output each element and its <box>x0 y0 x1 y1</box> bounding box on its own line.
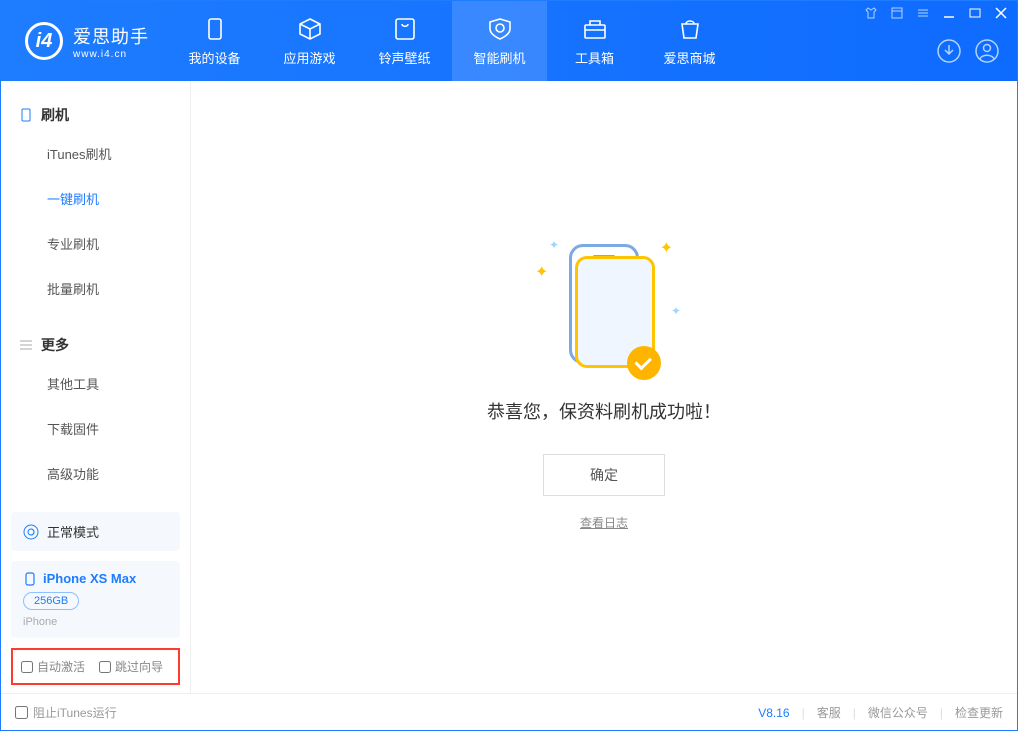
wallpaper-icon <box>392 16 418 42</box>
success-illustration: ✦✦✦✦ <box>559 244 649 374</box>
nav-shield[interactable]: 智能刷机 <box>452 1 547 81</box>
success-message: 恭喜您，保资料刷机成功啦！ <box>487 398 721 424</box>
footer: 阻止iTunes运行 V8.16 | 客服 | 微信公众号 | 检查更新 <box>1 693 1017 731</box>
shirt-icon[interactable] <box>865 7 877 19</box>
list-icon[interactable] <box>917 7 929 19</box>
sidebar-item[interactable]: 一键刷机 <box>1 176 190 221</box>
shield-icon <box>487 16 513 42</box>
nav-wallpaper[interactable]: 铃声壁纸 <box>357 1 452 81</box>
profile-area <box>937 39 999 63</box>
nav-bag[interactable]: 爱思商城 <box>642 1 737 81</box>
nav-cube[interactable]: 应用游戏 <box>262 1 357 81</box>
nav-toolbox[interactable]: 工具箱 <box>547 1 642 81</box>
download-icon[interactable] <box>937 39 961 63</box>
phone-icon <box>202 16 228 42</box>
maximize-icon[interactable] <box>969 7 981 19</box>
sidebar-item[interactable]: 高级功能 <box>1 451 190 496</box>
version-label: V8.16 <box>758 706 789 720</box>
device-type: iPhone <box>23 616 168 628</box>
sidebar-item[interactable]: 其他工具 <box>1 361 190 406</box>
close-icon[interactable] <box>995 7 1007 19</box>
top-nav: 我的设备应用游戏铃声壁纸智能刷机工具箱爱思商城 <box>167 1 737 81</box>
device-icon <box>23 572 37 586</box>
sidebar-item[interactable]: 下载固件 <box>1 406 190 451</box>
footer-link-support[interactable]: 客服 <box>817 704 841 721</box>
options-row: 自动激活 跳过向导 <box>11 648 180 685</box>
cube-icon <box>297 16 323 42</box>
logo-url: www.i4.cn <box>73 49 149 60</box>
skip-guide-checkbox[interactable]: 跳过向导 <box>99 658 163 675</box>
toolbox-icon <box>582 16 608 42</box>
list-icon <box>19 338 33 352</box>
logo-icon: i4 <box>25 22 63 60</box>
user-icon[interactable] <box>975 39 999 63</box>
footer-link-wechat[interactable]: 微信公众号 <box>868 704 928 721</box>
bag-icon <box>677 16 703 42</box>
refresh-icon <box>23 524 39 540</box>
check-icon <box>627 346 661 380</box>
menu-icon[interactable] <box>891 7 903 19</box>
sidebar: 刷机 iTunes刷机一键刷机专业刷机批量刷机 更多 其他工具下载固件高级功能 … <box>1 81 191 693</box>
logo-area: i4 爱思助手 www.i4.cn <box>1 22 167 60</box>
view-log-link[interactable]: 查看日志 <box>580 514 628 531</box>
window-controls <box>865 7 1007 19</box>
device-card[interactable]: iPhone XS Max 256GB iPhone <box>11 561 180 638</box>
sidebar-title-flash: 刷机 <box>1 99 190 131</box>
footer-link-update[interactable]: 检查更新 <box>955 704 1003 721</box>
device-capacity: 256GB <box>23 592 79 610</box>
minimize-icon[interactable] <box>943 7 955 19</box>
nav-phone[interactable]: 我的设备 <box>167 1 262 81</box>
header: i4 爱思助手 www.i4.cn 我的设备应用游戏铃声壁纸智能刷机工具箱爱思商… <box>1 1 1017 81</box>
sidebar-section-flash: 刷机 iTunes刷机一键刷机专业刷机批量刷机 <box>1 81 190 311</box>
content-area: ✦✦✦✦ 恭喜您，保资料刷机成功啦！ 确定 查看日志 <box>191 81 1017 693</box>
sidebar-section-more: 更多 其他工具下载固件高级功能 <box>1 311 190 496</box>
mode-indicator[interactable]: 正常模式 <box>11 512 180 551</box>
block-itunes-checkbox[interactable]: 阻止iTunes运行 <box>15 704 117 721</box>
ok-button[interactable]: 确定 <box>543 454 665 496</box>
sidebar-item[interactable]: 批量刷机 <box>1 266 190 311</box>
phone-icon <box>19 108 33 122</box>
auto-activate-checkbox[interactable]: 自动激活 <box>21 658 85 675</box>
logo-title: 爱思助手 <box>73 23 149 49</box>
sidebar-item[interactable]: 专业刷机 <box>1 221 190 266</box>
sidebar-item[interactable]: iTunes刷机 <box>1 131 190 176</box>
sidebar-title-more: 更多 <box>1 329 190 361</box>
